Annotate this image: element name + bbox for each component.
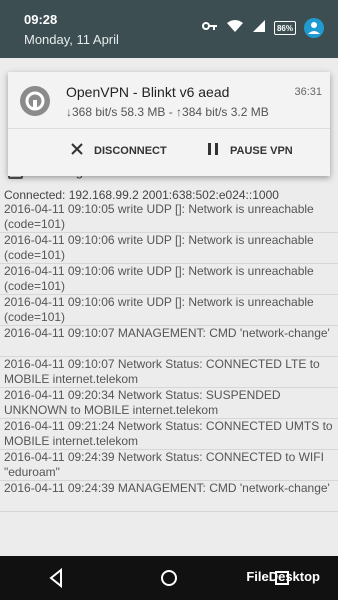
user-avatar-icon[interactable] [304,18,324,38]
log-line: 2016-04-11 09:10:07 Network Status: CONN… [0,357,338,388]
log-list: 2016-04-11 09:10:05 write UDP []: Networ… [0,202,338,512]
battery-icon: 86% [274,21,296,35]
disconnect-label: DISCONNECT [94,144,167,157]
notification-traffic: ↓368 bit/s 58.3 MB - ↑384 bit/s 3.2 MB [66,105,269,119]
log-line: 2016-04-11 09:10:06 write UDP []: Networ… [0,295,338,326]
filedesktop-watermark: FileDesktop [246,569,320,584]
wifi-icon [226,19,244,38]
log-line: 2016-04-11 09:24:39 Network Status: CONN… [0,450,338,481]
status-icons: 86% [202,14,324,42]
log-line: 2016-04-11 09:10:05 write UDP []: Networ… [0,202,338,233]
clock-time: 09:28 [24,12,58,27]
log-line: 2016-04-11 09:21:24 Network Status: CONN… [0,419,338,450]
status-bar: 09:28 Monday, 11 April 86% [0,0,338,58]
log-line: 2016-04-11 09:10:06 write UDP []: Networ… [0,264,338,295]
log-line: 2016-04-11 09:10:07 MANAGEMENT: CMD 'net… [0,326,338,357]
connection-status: Connected: 192.168.99.2 2001:638:502:e02… [4,188,279,202]
disconnect-button[interactable]: DISCONNECT [70,142,167,159]
log-line: 2016-04-11 09:10:06 write UDP []: Networ… [0,233,338,264]
log-line: 2016-04-11 09:20:34 Network Status: SUSP… [0,388,338,419]
openvpn-icon [20,86,50,116]
pause-vpn-label: PAUSE VPN [230,144,293,157]
home-button[interactable] [158,567,180,589]
notification-title: OpenVPN - Blinkt v6 aead [66,84,230,100]
pause-vpn-button[interactable]: PAUSE VPN [206,142,293,159]
vpn-notification[interactable]: OpenVPN - Blinkt v6 aead 36:31 ↓368 bit/… [8,72,330,176]
notification-divider [8,128,330,129]
log-line: 2016-04-11 09:24:39 MANAGEMENT: CMD 'net… [0,481,338,512]
key-icon [202,19,218,37]
back-button[interactable] [45,567,67,589]
pause-icon [206,142,220,159]
signal-icon [252,19,266,38]
close-icon [70,142,84,159]
date-label: Monday, 11 April [24,32,119,47]
notification-time: 36:31 [294,86,322,98]
